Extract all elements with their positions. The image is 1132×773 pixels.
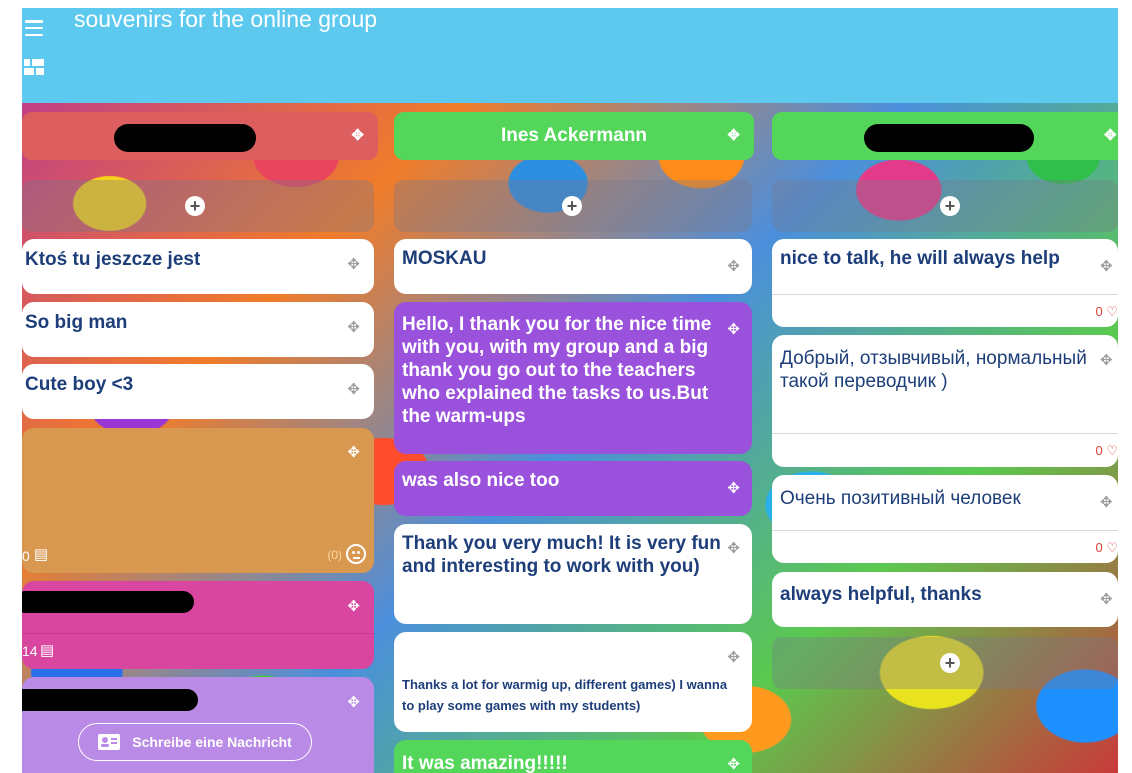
column-header[interactable]: ✥ (772, 112, 1118, 160)
post-card[interactable]: Добрый, отзывчивый, нормальный такой пер… (772, 335, 1118, 467)
move-handle-icon[interactable]: ✥ (727, 259, 740, 274)
post-card[interactable]: always helpful, thanks ✥ (772, 572, 1118, 627)
like-count: 0 ♡ (1095, 540, 1118, 555)
redacted-name (22, 591, 194, 613)
hamburger-menu-icon[interactable] (25, 20, 43, 36)
post-text: It was amazing!!!!! (402, 753, 568, 773)
neutral-face-icon[interactable] (346, 544, 366, 564)
top-bar: souvenirs for the online group (22, 8, 1118, 103)
post-card[interactable]: ✥ 14 ▤ (22, 581, 374, 669)
move-handle-icon[interactable]: ✥ (347, 599, 360, 614)
move-handle-icon[interactable]: ✥ (727, 650, 740, 665)
card-divider (22, 633, 374, 634)
post-card[interactable]: Thank you very much! It is very fun and … (394, 524, 752, 624)
move-handle-icon[interactable]: ✥ (347, 445, 360, 460)
redacted-name (864, 124, 1034, 152)
post-text: Thanks a lot for warmig up, different ga… (402, 677, 728, 713)
move-handle-icon[interactable]: ✥ (1100, 592, 1113, 607)
post-text: Ktoś tu jeszcze jest (25, 249, 201, 270)
heart-icon[interactable]: ♡ (1106, 304, 1118, 319)
add-post-area[interactable]: + (772, 637, 1118, 689)
board-title: souvenirs for the online group (74, 8, 378, 32)
post-card[interactable]: ✥ 0 ▤ (0) (22, 428, 374, 573)
move-handle-icon[interactable]: ✥ (727, 128, 740, 143)
heart-icon[interactable]: ♡ (1106, 540, 1118, 555)
post-card[interactable]: So big man ✥ (22, 302, 374, 357)
add-post-button[interactable]: + (562, 196, 582, 216)
post-card[interactable]: ✥ Schreibe eine Nachricht (22, 677, 374, 773)
add-post-area[interactable]: + (772, 180, 1118, 232)
move-handle-icon[interactable]: ✥ (347, 695, 360, 710)
column-header[interactable]: ✥ (22, 112, 378, 160)
move-handle-icon[interactable]: ✥ (1104, 128, 1117, 143)
reaction-count: (0) (327, 548, 342, 562)
column-header[interactable]: Ines Ackermann ✥ (394, 112, 754, 160)
post-text: Очень позитивный человек (780, 488, 1021, 509)
post-card[interactable]: nice to talk, he will always help ✥ 0 ♡ (772, 239, 1118, 327)
redacted-name (22, 689, 198, 711)
move-handle-icon[interactable]: ✥ (347, 257, 360, 272)
layout-grid-icon[interactable] (24, 59, 44, 75)
move-handle-icon[interactable]: ✥ (351, 128, 364, 143)
post-text: So big man (25, 312, 128, 333)
post-card[interactable]: MOSKAU ✥ (394, 239, 752, 294)
add-post-button[interactable]: + (185, 196, 205, 216)
post-text: Thank you very much! It is very fun and … (402, 533, 721, 577)
move-handle-icon[interactable]: ✥ (347, 320, 360, 335)
comment-count: 0 (22, 548, 30, 564)
card-divider (772, 433, 1118, 434)
post-text: Cute boy <3 (25, 374, 134, 395)
post-card[interactable]: ✥ Thanks a lot for warmig up, different … (394, 632, 752, 732)
move-handle-icon[interactable]: ✥ (727, 481, 740, 496)
move-handle-icon[interactable]: ✥ (727, 757, 740, 772)
card-divider (772, 530, 1118, 531)
comment-count: 14 (22, 643, 38, 659)
post-text: Добрый, отзывчивый, нормальный такой пер… (780, 348, 1087, 392)
post-card[interactable]: Cute boy <3 ✥ (22, 364, 374, 419)
post-text: nice to talk, he will always help (780, 248, 1060, 269)
move-handle-icon[interactable]: ✥ (727, 322, 740, 337)
comment-icon[interactable]: ▤ (40, 641, 54, 659)
move-handle-icon[interactable]: ✥ (1100, 495, 1113, 510)
contact-card-icon (98, 734, 121, 750)
comment-icon[interactable]: ▤ (34, 545, 48, 563)
padlet-board: souvenirs for the online group ✥ + Ktoś … (22, 8, 1118, 773)
move-handle-icon[interactable]: ✥ (1100, 353, 1113, 368)
like-count: 0 ♡ (1095, 304, 1118, 319)
add-post-area[interactable]: + (22, 180, 374, 232)
redacted-name (114, 124, 256, 152)
add-post-area[interactable]: + (394, 180, 752, 232)
add-post-button[interactable]: + (940, 196, 960, 216)
post-card[interactable]: was also nice too ✥ (394, 461, 752, 516)
post-text: always helpful, thanks (780, 584, 982, 605)
post-card[interactable]: Очень позитивный человек ✥ 0 ♡ (772, 475, 1118, 563)
move-handle-icon[interactable]: ✥ (727, 541, 740, 556)
add-post-button[interactable]: + (940, 653, 960, 673)
post-text: was also nice too (402, 470, 560, 491)
post-card[interactable]: It was amazing!!!!! ✥ (394, 740, 752, 773)
post-card[interactable]: Hello, I thank you for the nice time wit… (394, 302, 752, 454)
write-message-label: Schreibe eine Nachricht (132, 734, 292, 750)
heart-icon[interactable]: ♡ (1106, 443, 1118, 458)
write-message-button[interactable]: Schreibe eine Nachricht (78, 723, 312, 761)
post-text: MOSKAU (402, 248, 487, 269)
post-text: Hello, I thank you for the nice time wit… (402, 314, 712, 427)
move-handle-icon[interactable]: ✥ (347, 382, 360, 397)
like-count: 0 ♡ (1095, 443, 1118, 458)
move-handle-icon[interactable]: ✥ (1100, 259, 1113, 274)
card-divider (772, 294, 1118, 295)
post-card[interactable]: Ktoś tu jeszcze jest ✥ (22, 239, 374, 294)
column-title: Ines Ackermann (500, 125, 648, 146)
